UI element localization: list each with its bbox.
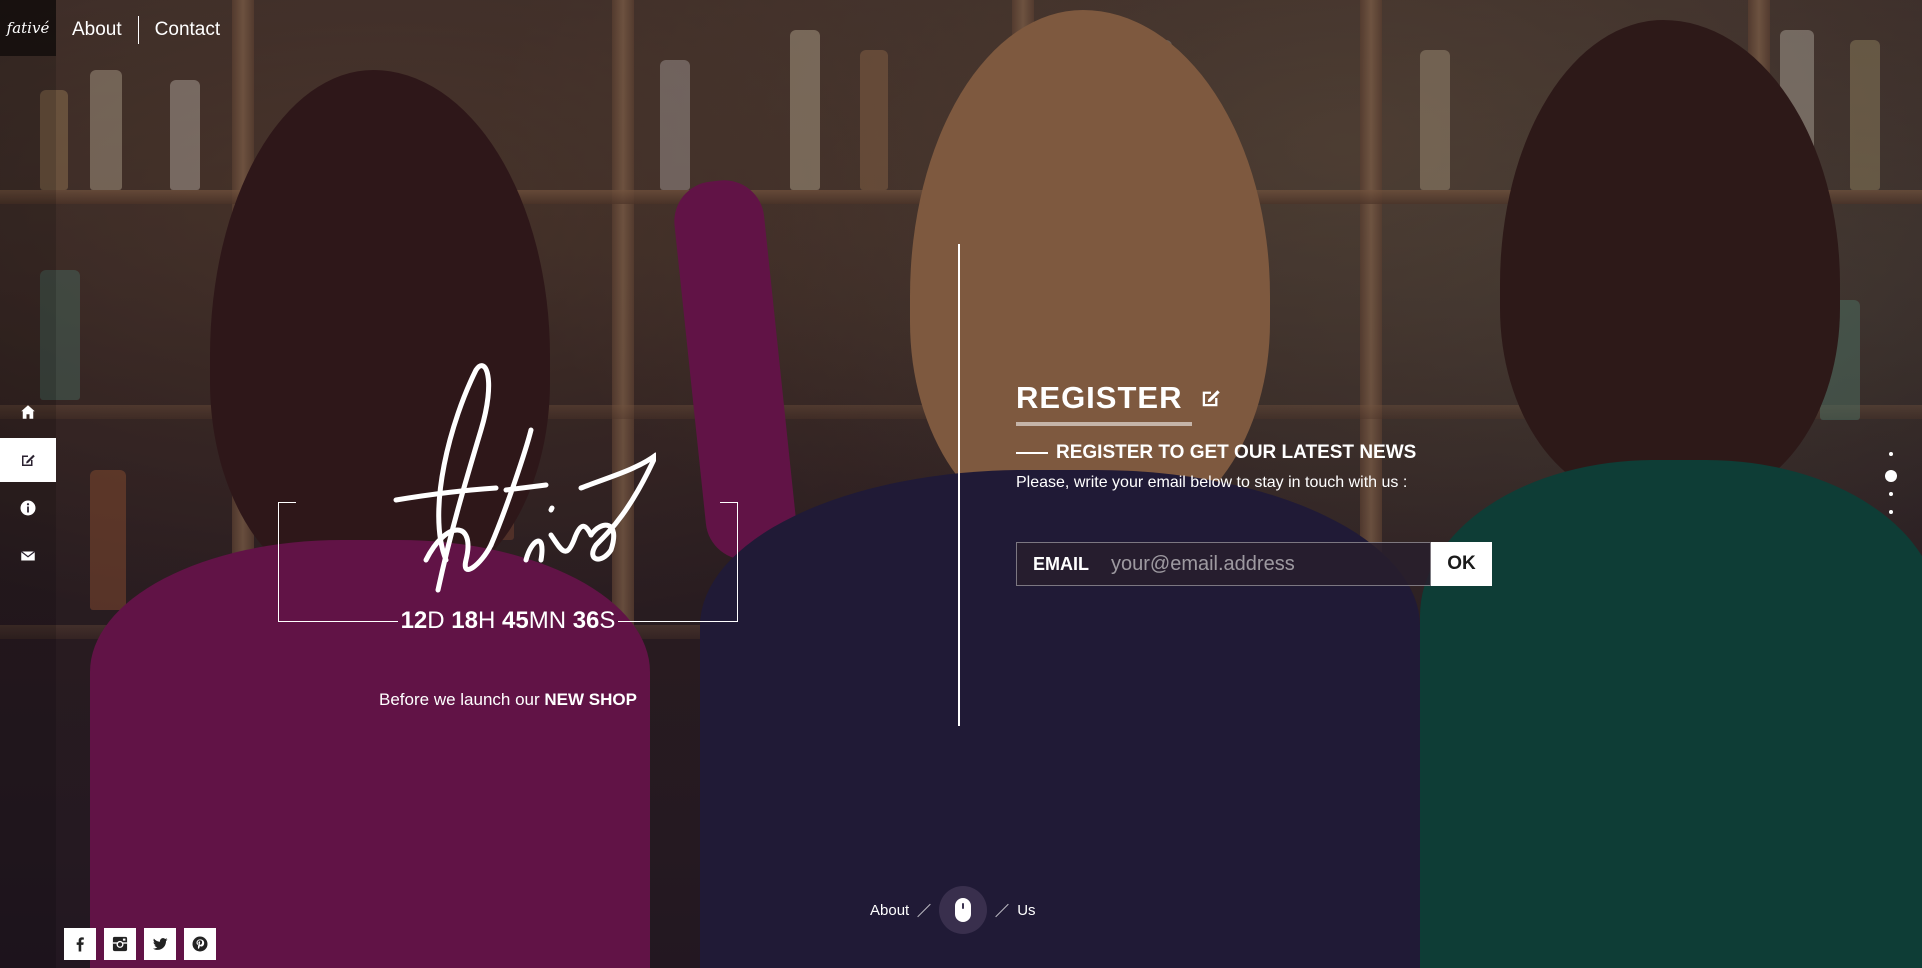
countdown-seconds: 36 — [572, 607, 600, 634]
twitter-icon[interactable] — [144, 928, 176, 960]
pinterest-icon[interactable] — [184, 928, 216, 960]
nav-contact-link[interactable]: Contact — [155, 19, 220, 41]
edit-icon — [1203, 390, 1221, 407]
slash-divider — [917, 903, 931, 917]
countdown-hours: 18 — [451, 607, 478, 634]
countdown-seconds-unit: S — [599, 607, 616, 634]
logo-small[interactable]: fativé — [0, 0, 56, 56]
register-heading: REGISTER — [1016, 380, 1496, 416]
scroll-down-button[interactable] — [939, 886, 988, 934]
countdown-days-unit: D — [427, 607, 445, 634]
brand-logo — [393, 363, 656, 593]
launch-countdown: 12D 18H 45MN 36S Before we launch our NE… — [278, 360, 738, 709]
info-icon[interactable] — [0, 486, 56, 530]
countdown-hours-unit: H — [477, 607, 496, 634]
mail-icon[interactable] — [0, 534, 56, 578]
register-description: Please, write your email below to stay i… — [1016, 474, 1408, 491]
email-label: EMAIL — [1016, 542, 1105, 586]
section-dot-1[interactable] — [1889, 452, 1893, 456]
launch-tagline: Before we launch our NEW SHOP — [278, 690, 738, 710]
instagram-icon[interactable] — [104, 928, 136, 960]
scroll-label-right[interactable]: Us — [1017, 902, 1035, 919]
side-rail: fativé — [0, 0, 56, 968]
social-links — [64, 928, 216, 960]
register-title-text: REGISTER — [1016, 380, 1183, 415]
section-dots — [1884, 452, 1898, 528]
section-dot-3[interactable] — [1889, 492, 1893, 496]
countdown-minutes: 45 — [502, 607, 529, 634]
register-subtitle-text: REGISTER TO GET OUR LATEST NEWS — [1056, 442, 1417, 463]
nav-separator — [137, 16, 139, 44]
tagline-prefix: Before we launch our — [379, 690, 540, 709]
register-underline — [1016, 422, 1192, 426]
tagline-highlight: NEW SHOP — [544, 690, 637, 709]
countdown-days: 12 — [400, 607, 428, 634]
countdown-minutes-unit: MN — [528, 607, 567, 634]
section-dot-2[interactable] — [1885, 470, 1897, 482]
register-section: REGISTER REGISTER TO GET OUR LATEST NEWS… — [1016, 380, 1496, 586]
ok-button[interactable]: OK — [1431, 542, 1492, 586]
nav-about-link[interactable]: About — [72, 19, 122, 41]
logo-small-text: fativé — [6, 19, 50, 37]
frame-corner-right — [720, 502, 738, 622]
home-icon[interactable] — [0, 390, 56, 434]
email-input[interactable] — [1105, 542, 1431, 586]
top-nav: About Contact — [72, 16, 220, 44]
subtitle-line — [1016, 452, 1048, 454]
edit-icon[interactable] — [0, 438, 56, 482]
facebook-icon[interactable] — [64, 928, 96, 960]
countdown-timer: 12D 18H 45MN 36S — [278, 608, 738, 634]
register-subtitle: REGISTER TO GET OUR LATEST NEWS — [1016, 442, 1496, 464]
newsletter-form: EMAIL OK — [1016, 542, 1496, 586]
mouse-icon — [955, 898, 972, 922]
section-dot-4[interactable] — [1889, 510, 1893, 514]
scroll-label-left[interactable]: About — [870, 902, 909, 919]
section-divider — [958, 244, 960, 726]
slash-divider — [995, 903, 1009, 917]
frame-corner-left — [278, 502, 296, 622]
scroll-hint: About Us — [870, 886, 1036, 934]
